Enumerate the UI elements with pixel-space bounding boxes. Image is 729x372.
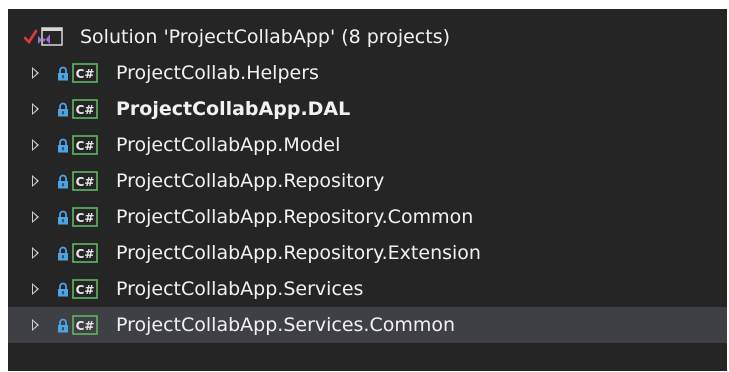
project-node[interactable]: C# ProjectCollabApp.Model [8, 127, 727, 163]
project-node[interactable]: C# ProjectCollabApp.Repository.Extension [8, 235, 727, 271]
svg-text:C#: C# [76, 211, 95, 225]
lock-icon [58, 246, 68, 261]
project-node[interactable]: C# ProjectCollabApp.Services [8, 271, 727, 307]
solution-node[interactable]: Solution 'ProjectCollabApp' (8 projects) [8, 19, 727, 55]
svg-text:C#: C# [76, 247, 95, 261]
project-label: ProjectCollabApp.DAL [116, 98, 351, 120]
expand-arrow-icon[interactable] [32, 67, 39, 79]
csharp-project-icon: C# [72, 315, 98, 335]
expand-arrow-icon[interactable] [32, 175, 39, 187]
svg-text:C#: C# [76, 139, 95, 153]
lock-icon [58, 282, 68, 297]
solution-explorer-panel: Solution 'ProjectCollabApp' (8 projects)… [8, 9, 727, 371]
lock-icon [58, 138, 68, 153]
lock-icon [58, 318, 68, 333]
expand-arrow-icon[interactable] [32, 103, 39, 115]
project-node[interactable]: C# ProjectCollabApp.DAL [8, 91, 727, 127]
svg-text:C#: C# [76, 175, 95, 189]
project-label: ProjectCollabApp.Services [116, 278, 364, 300]
expand-arrow-icon[interactable] [32, 319, 39, 331]
lock-icon [58, 210, 68, 225]
solution-tree: Solution 'ProjectCollabApp' (8 projects)… [8, 19, 727, 343]
csharp-project-icon: C# [72, 279, 98, 299]
svg-text:C#: C# [76, 283, 95, 297]
project-label: ProjectCollab.Helpers [116, 62, 319, 84]
solution-label: Solution 'ProjectCollabApp' (8 projects) [80, 26, 450, 48]
project-node[interactable]: C# ProjectCollabApp.Services.Common [8, 307, 727, 343]
csharp-project-icon: C# [72, 243, 98, 263]
project-node[interactable]: C# ProjectCollabApp.Repository [8, 163, 727, 199]
csharp-project-icon: C# [72, 171, 98, 191]
csharp-project-icon: C# [72, 63, 98, 83]
solution-icon [38, 27, 63, 46]
project-label: ProjectCollabApp.Model [116, 134, 341, 156]
project-label: ProjectCollabApp.Repository [116, 170, 385, 192]
csharp-project-icon: C# [72, 99, 98, 119]
svg-text:C#: C# [76, 103, 95, 117]
lock-icon [58, 66, 68, 81]
lock-icon [58, 174, 68, 189]
expand-arrow-icon[interactable] [32, 139, 39, 151]
project-label: ProjectCollabApp.Repository.Extension [116, 242, 481, 264]
project-node[interactable]: C# ProjectCollabApp.Repository.Common [8, 199, 727, 235]
lock-icon [58, 102, 68, 117]
svg-text:C#: C# [76, 319, 95, 333]
project-label: ProjectCollabApp.Services.Common [116, 314, 456, 336]
project-node[interactable]: C# ProjectCollab.Helpers [8, 55, 727, 91]
expand-arrow-icon[interactable] [32, 247, 39, 259]
expand-arrow-icon[interactable] [32, 283, 39, 295]
csharp-project-icon: C# [72, 135, 98, 155]
project-label: ProjectCollabApp.Repository.Common [116, 206, 474, 228]
csharp-project-icon: C# [72, 207, 98, 227]
expand-arrow-icon[interactable] [32, 211, 39, 223]
svg-text:C#: C# [76, 67, 95, 81]
